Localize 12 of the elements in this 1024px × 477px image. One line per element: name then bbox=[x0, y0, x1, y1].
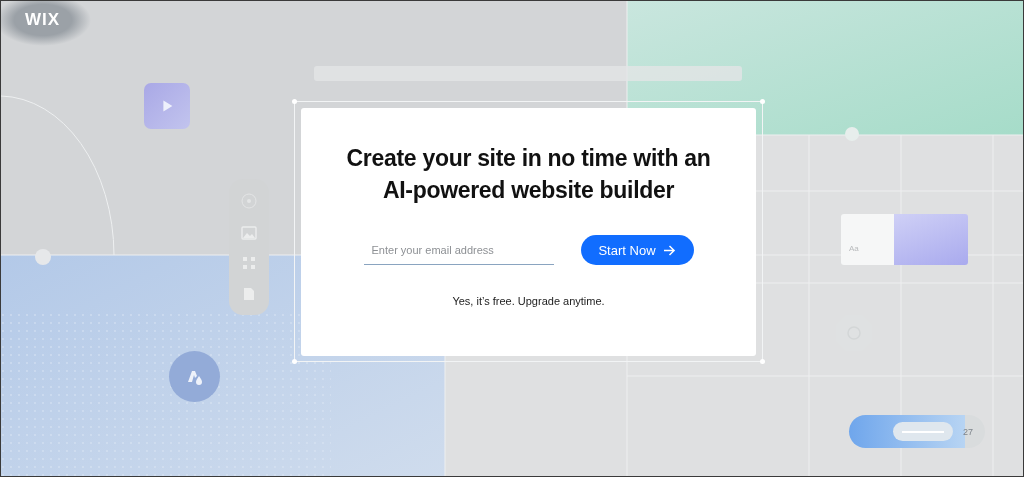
document-icon bbox=[243, 286, 255, 301]
slider-value: 27 bbox=[963, 426, 973, 437]
email-field[interactable]: Enter your email address bbox=[363, 235, 554, 265]
free-note: Yes, it’s free. Upgrade anytime. bbox=[452, 295, 605, 307]
logo[interactable]: WIX bbox=[25, 10, 61, 30]
arrow-icon bbox=[662, 244, 676, 256]
play-icon bbox=[144, 83, 190, 129]
slider-track bbox=[893, 422, 953, 441]
grid-icon bbox=[242, 256, 256, 271]
headline: Create your site in no time with an AI-powered website builder bbox=[345, 144, 712, 205]
start-now-button[interactable]: Start Now bbox=[580, 235, 694, 265]
image-icon bbox=[241, 225, 257, 240]
